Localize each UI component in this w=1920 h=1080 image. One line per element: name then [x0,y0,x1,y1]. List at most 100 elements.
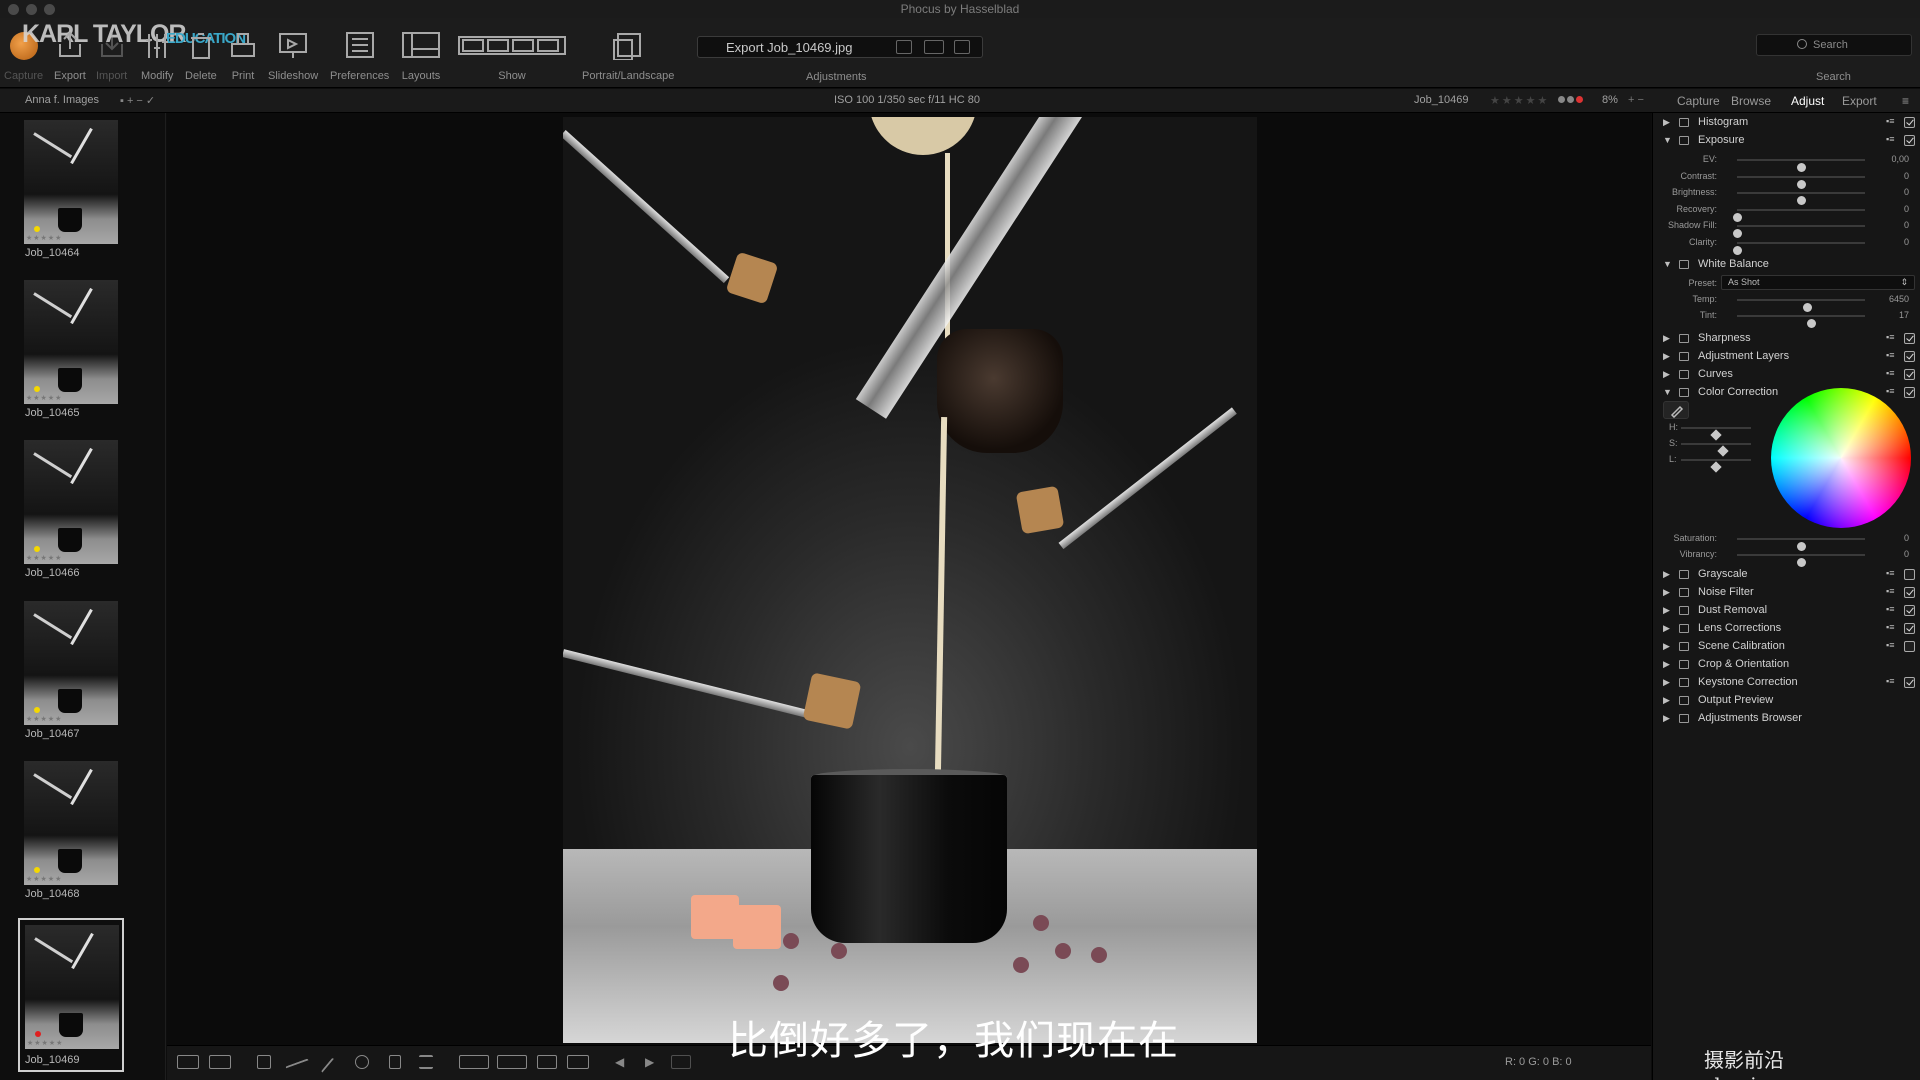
section-checkbox[interactable] [1904,351,1915,362]
adjust-section-keystone-correction[interactable]: ▶ Keystone Correction ▪≡ [1653,673,1920,693]
export-filename-field[interactable]: Export Job_10469.jpg [697,36,983,58]
slider-value[interactable]: 0 [1904,171,1909,181]
adjustment-layers-section[interactable]: ▶ Adjustment Layers ▪≡ [1653,347,1920,367]
adjust-section-lens-corrections[interactable]: ▶ Lens Corrections ▪≡ [1653,619,1920,639]
collapsed-arrow-icon[interactable]: ▶ [1663,677,1670,688]
filmstrip-controls[interactable]: ▪ + − ✓ [120,94,155,107]
color-wheel[interactable] [1771,388,1911,528]
copy-icon[interactable] [1679,136,1689,145]
section-checkbox[interactable] [1904,135,1915,146]
histogram-section[interactable]: ▶ Histogram ▪≡ [1653,113,1920,133]
color-tag-red-active[interactable] [1576,96,1583,103]
options-icon[interactable]: ▪≡ [1886,676,1894,686]
options-icon[interactable]: ▪≡ [1886,640,1894,650]
slider-knob[interactable] [1733,245,1742,255]
tab-menu-icon[interactable]: ≡ [1902,94,1909,108]
delete-button[interactable]: Delete [185,26,217,82]
histogram-overlay-icon[interactable] [459,1055,489,1069]
copy-icon[interactable] [1679,696,1689,705]
section-checkbox[interactable] [1904,623,1915,634]
slider-track[interactable] [1733,225,1865,238]
slider-track[interactable] [1737,192,1865,205]
hsl-track[interactable] [1681,443,1751,457]
section-checkbox[interactable] [1904,641,1915,652]
section-checkbox[interactable] [1904,117,1915,128]
slider-value[interactable]: 0 [1904,220,1909,230]
mask-overlay-icon[interactable] [567,1055,589,1069]
eyedropper-tool-icon[interactable] [320,1057,344,1080]
copy-icon[interactable] [1679,334,1689,343]
wb-preset-select[interactable]: As Shot ⇕ [1721,275,1915,290]
adjust-section-crop-orientation[interactable]: ▶ Crop & Orientation [1653,655,1920,675]
collapsed-arrow-icon[interactable]: ▶ [1663,333,1670,344]
capture-button[interactable]: Capture [4,26,43,82]
image-viewer[interactable] [167,113,1651,1045]
slider-track[interactable] [1733,208,1865,222]
adjust-section-scene-calibration[interactable]: ▶ Scene Calibration ▪≡ [1653,637,1920,657]
adjust-section-adjustments-browser[interactable]: ▶ Adjustments Browser [1653,709,1920,729]
hsl-knob[interactable] [1710,461,1722,473]
curves-section[interactable]: ▶ Curves ▪≡ [1653,365,1920,385]
collapsed-arrow-icon[interactable]: ▶ [1663,641,1670,652]
expanded-arrow-icon[interactable]: ▼ [1663,259,1672,269]
section-checkbox[interactable] [1904,569,1915,580]
options-icon[interactable]: ▪≡ [1886,386,1894,396]
collapsed-arrow-icon[interactable]: ▶ [1663,659,1670,670]
next-image-icon[interactable]: ▶ [645,1055,655,1069]
slider-value[interactable]: 0 [1904,237,1909,247]
collapsed-arrow-icon[interactable]: ▶ [1663,695,1670,706]
options-icon[interactable]: ▪≡ [1886,332,1894,342]
section-checkbox[interactable] [1904,387,1915,398]
options-icon[interactable]: ▪≡ [1886,368,1894,378]
thumbnail-job-10469[interactable]: ★★★★★ Job_10469 [18,918,124,1072]
slider-track[interactable] [1737,159,1865,172]
exposure-warning-icon[interactable] [497,1055,527,1069]
zoom-tool-icon[interactable] [355,1055,369,1069]
slider-value[interactable]: 0 [1904,204,1909,214]
copy-icon[interactable] [1679,118,1689,127]
slider-value[interactable]: 0 [1904,533,1909,543]
zoom-controls[interactable]: + − [1628,94,1644,106]
copy-icon[interactable] [1679,388,1689,397]
copy-icon[interactable] [1679,588,1689,597]
adjust-section-output-preview[interactable]: ▶ Output Preview [1653,691,1920,711]
section-checkbox[interactable] [1904,587,1915,598]
section-checkbox[interactable] [1904,677,1915,688]
rating-stars[interactable]: ★★★★★ [1490,94,1549,107]
options-icon[interactable]: ▪≡ [1886,604,1894,614]
grid-overlay-icon[interactable] [537,1055,557,1069]
modify-button[interactable]: Modify [141,26,173,82]
slider-track[interactable] [1733,241,1865,255]
tab-adjust[interactable]: Adjust [1791,94,1824,108]
copy-icon[interactable] [1679,570,1689,579]
copy-icon[interactable] [1679,660,1689,669]
options-icon[interactable]: ▪≡ [1886,586,1894,596]
thumbnail-job-10464[interactable]: ★★★★★ Job_10464 [24,113,118,259]
adjust-section-dust-removal[interactable]: ▶ Dust Removal ▪≡ [1653,601,1920,621]
color-tags[interactable] [1556,94,1583,106]
import-button[interactable]: Import [96,26,127,82]
copy-icon[interactable] [1679,642,1689,651]
sharpness-section[interactable]: ▶ Sharpness ▪≡ [1653,329,1920,349]
slider-value[interactable]: 6450 [1889,294,1909,304]
slider-knob[interactable] [1807,319,1817,328]
single-view-icon[interactable] [209,1055,231,1069]
adjust-section-grayscale[interactable]: ▶ Grayscale ▪≡ [1653,565,1920,585]
thumbnail-job-10468[interactable]: ★★★★★ Job_10468 [24,754,118,900]
tab-export[interactable]: Export [1842,94,1877,108]
slider-value[interactable]: 0 [1904,187,1909,197]
rotate-icon[interactable] [896,40,912,54]
collapsed-arrow-icon[interactable]: ▶ [1663,369,1670,380]
collapsed-arrow-icon[interactable]: ▶ [1663,351,1670,362]
collapsed-arrow-icon[interactable]: ▶ [1663,605,1670,616]
slider-track[interactable] [1737,538,1865,551]
collapsed-arrow-icon[interactable]: ▶ [1663,569,1670,580]
expanded-arrow-icon[interactable]: ▼ [1663,387,1672,397]
search-input[interactable]: Search [1756,34,1912,56]
section-checkbox[interactable] [1904,605,1915,616]
slider-value[interactable]: 0 [1904,549,1909,559]
expanded-arrow-icon[interactable]: ▼ [1663,135,1672,145]
hsl-track[interactable] [1681,427,1751,441]
thumbnail-job-10466[interactable]: ★★★★★ Job_10466 [24,433,118,579]
slider-value[interactable]: 0,00 [1891,154,1909,164]
